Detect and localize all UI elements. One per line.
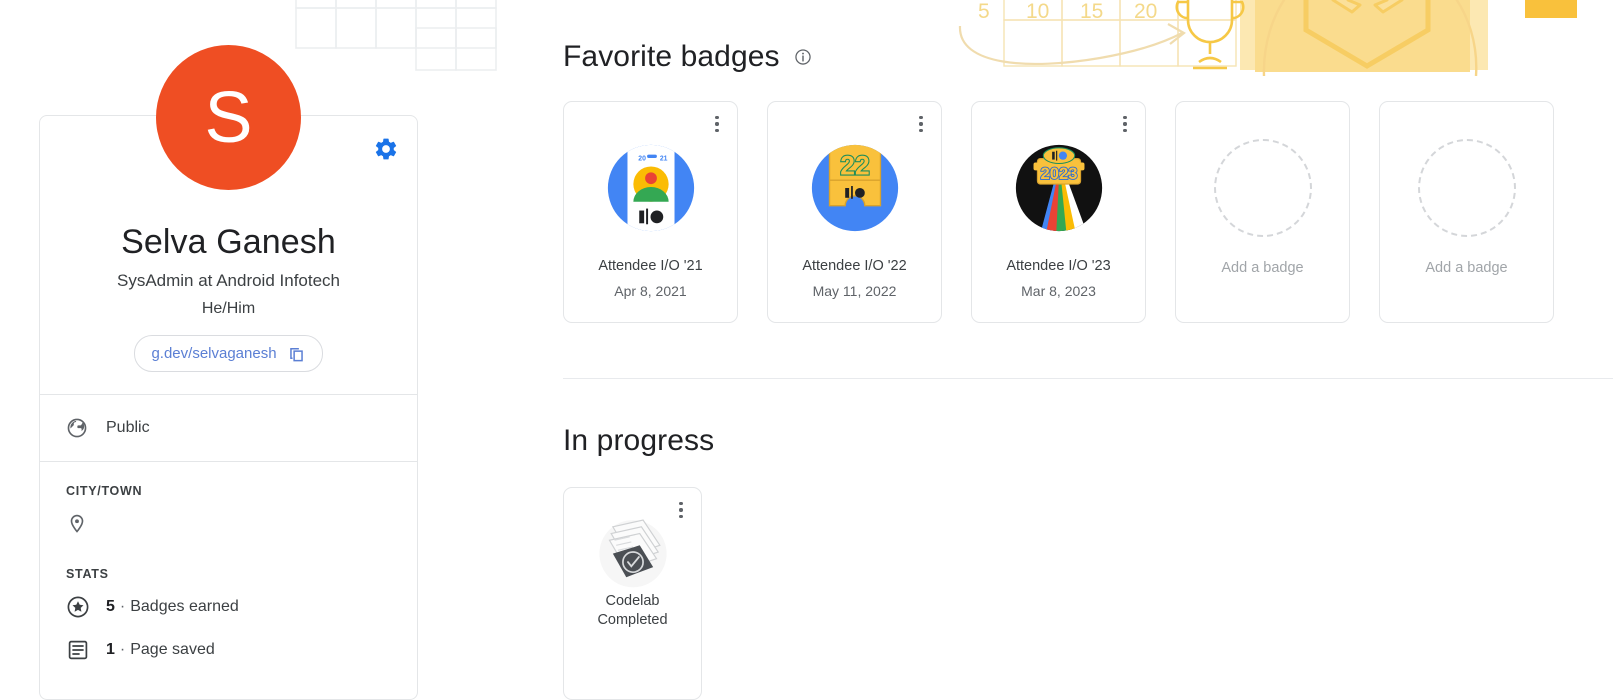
stat-page-label: Page saved (130, 641, 215, 658)
profile-name: Selva Ganesh (121, 223, 336, 261)
settings-gear-button[interactable] (371, 134, 401, 164)
star-badge-icon (67, 596, 89, 618)
profile-pronouns: He/Him (201, 300, 256, 318)
add-badge-label: Add a badge (1425, 260, 1508, 276)
svg-text:22: 22 (840, 150, 869, 180)
city-value-row (66, 512, 391, 541)
avatar: S (156, 45, 301, 190)
gear-icon (375, 138, 397, 160)
city-section: CITY/TOWN (40, 462, 417, 541)
svg-text:21: 21 (659, 156, 667, 163)
add-badge-card[interactable]: Add a badge (1379, 101, 1554, 323)
badge-name: Attendee I/O '23 (1006, 258, 1111, 274)
in-progress-header: In progress (563, 424, 714, 458)
kebab-menu-icon[interactable] (910, 111, 932, 137)
copy-icon[interactable] (287, 344, 306, 363)
stats-label: STATS (66, 567, 109, 581)
stat-badges-earned: 5 · Badges earned (66, 595, 391, 619)
section-divider (563, 378, 1613, 379)
badge-name: Attendee I/O '21 (598, 258, 703, 274)
stats-section: STATS 5 · Badges earned 1 · Page saved (40, 541, 417, 662)
badge-date: Mar 8, 2023 (1021, 283, 1096, 299)
globe-icon (67, 418, 87, 438)
badge-date: May 11, 2022 (812, 283, 897, 299)
stat-badges-label: Badges earned (130, 598, 239, 615)
visibility-label: Public (106, 419, 150, 436)
profile-link-chip[interactable]: g.dev/selvaganesh (134, 335, 323, 372)
stat-badges-count: 5 (106, 598, 115, 615)
profile-link-text: g.dev/selvaganesh (151, 345, 277, 362)
in-progress-grid: Codelab Completed (563, 487, 702, 700)
page-icon (68, 640, 88, 660)
favorite-badges-header: Favorite badges (563, 40, 812, 74)
in-progress-name-line2: Completed (597, 611, 668, 628)
badge-card[interactable]: 20 21 Attendee I/O '21 Apr 8, 2021 (563, 101, 738, 323)
profile-role: SysAdmin at Android Infotech (116, 271, 341, 291)
stat-page-count: 1 (106, 641, 115, 658)
io-23-badge: 2023 (1011, 140, 1106, 236)
profile-page: 5 10 15 20 S Selva Ganesh SysAdmin at An… (0, 0, 1613, 700)
add-badge-card[interactable]: Add a badge (1175, 101, 1350, 323)
io-22-badge: 22 (807, 140, 902, 236)
location-pin-icon (70, 514, 84, 533)
avatar-initial: S (204, 77, 253, 158)
svg-text:20: 20 (638, 156, 646, 163)
svg-text:2023: 2023 (1040, 164, 1077, 183)
kebab-menu-icon[interactable] (1114, 111, 1136, 137)
stat-page-saved: 1 · Page saved (66, 638, 391, 662)
info-icon[interactable] (794, 48, 812, 66)
io-21-badge: 20 21 (603, 140, 698, 236)
in-progress-title: In progress (563, 424, 715, 457)
in-progress-name: Codelab Completed (564, 592, 701, 629)
visibility-row[interactable]: Public (40, 395, 417, 461)
stat-badges-sep: · (119, 598, 126, 615)
favorite-badges-title: Favorite badges (563, 40, 780, 73)
city-label: CITY/TOWN (66, 484, 143, 498)
main-content: Favorite badges 20 21 Attendee I/O '21 A… (563, 0, 1613, 700)
badge-date: Apr 8, 2021 (614, 283, 687, 299)
favorite-badges-grid: 20 21 Attendee I/O '21 Apr 8, 2021 22 At… (563, 101, 1554, 323)
grid-pattern-left (295, 0, 497, 71)
in-progress-card[interactable]: Codelab Completed (563, 487, 702, 700)
codelab-icon (598, 519, 667, 588)
kebab-menu-icon[interactable] (706, 111, 728, 137)
empty-badge-circle (1213, 139, 1312, 237)
badge-card[interactable]: 22 Attendee I/O '22 May 11, 2022 (767, 101, 942, 323)
badge-card[interactable]: 2023 Attendee I/O '23 Mar 8, 2023 (971, 101, 1146, 323)
badge-name: Attendee I/O '22 (802, 258, 907, 274)
stat-page-sep: · (119, 641, 126, 658)
add-badge-label: Add a badge (1221, 260, 1304, 276)
profile-card: Selva Ganesh SysAdmin at Android Infotec… (39, 115, 418, 700)
empty-badge-circle (1417, 139, 1516, 237)
in-progress-name-line1: Codelab (605, 593, 660, 609)
